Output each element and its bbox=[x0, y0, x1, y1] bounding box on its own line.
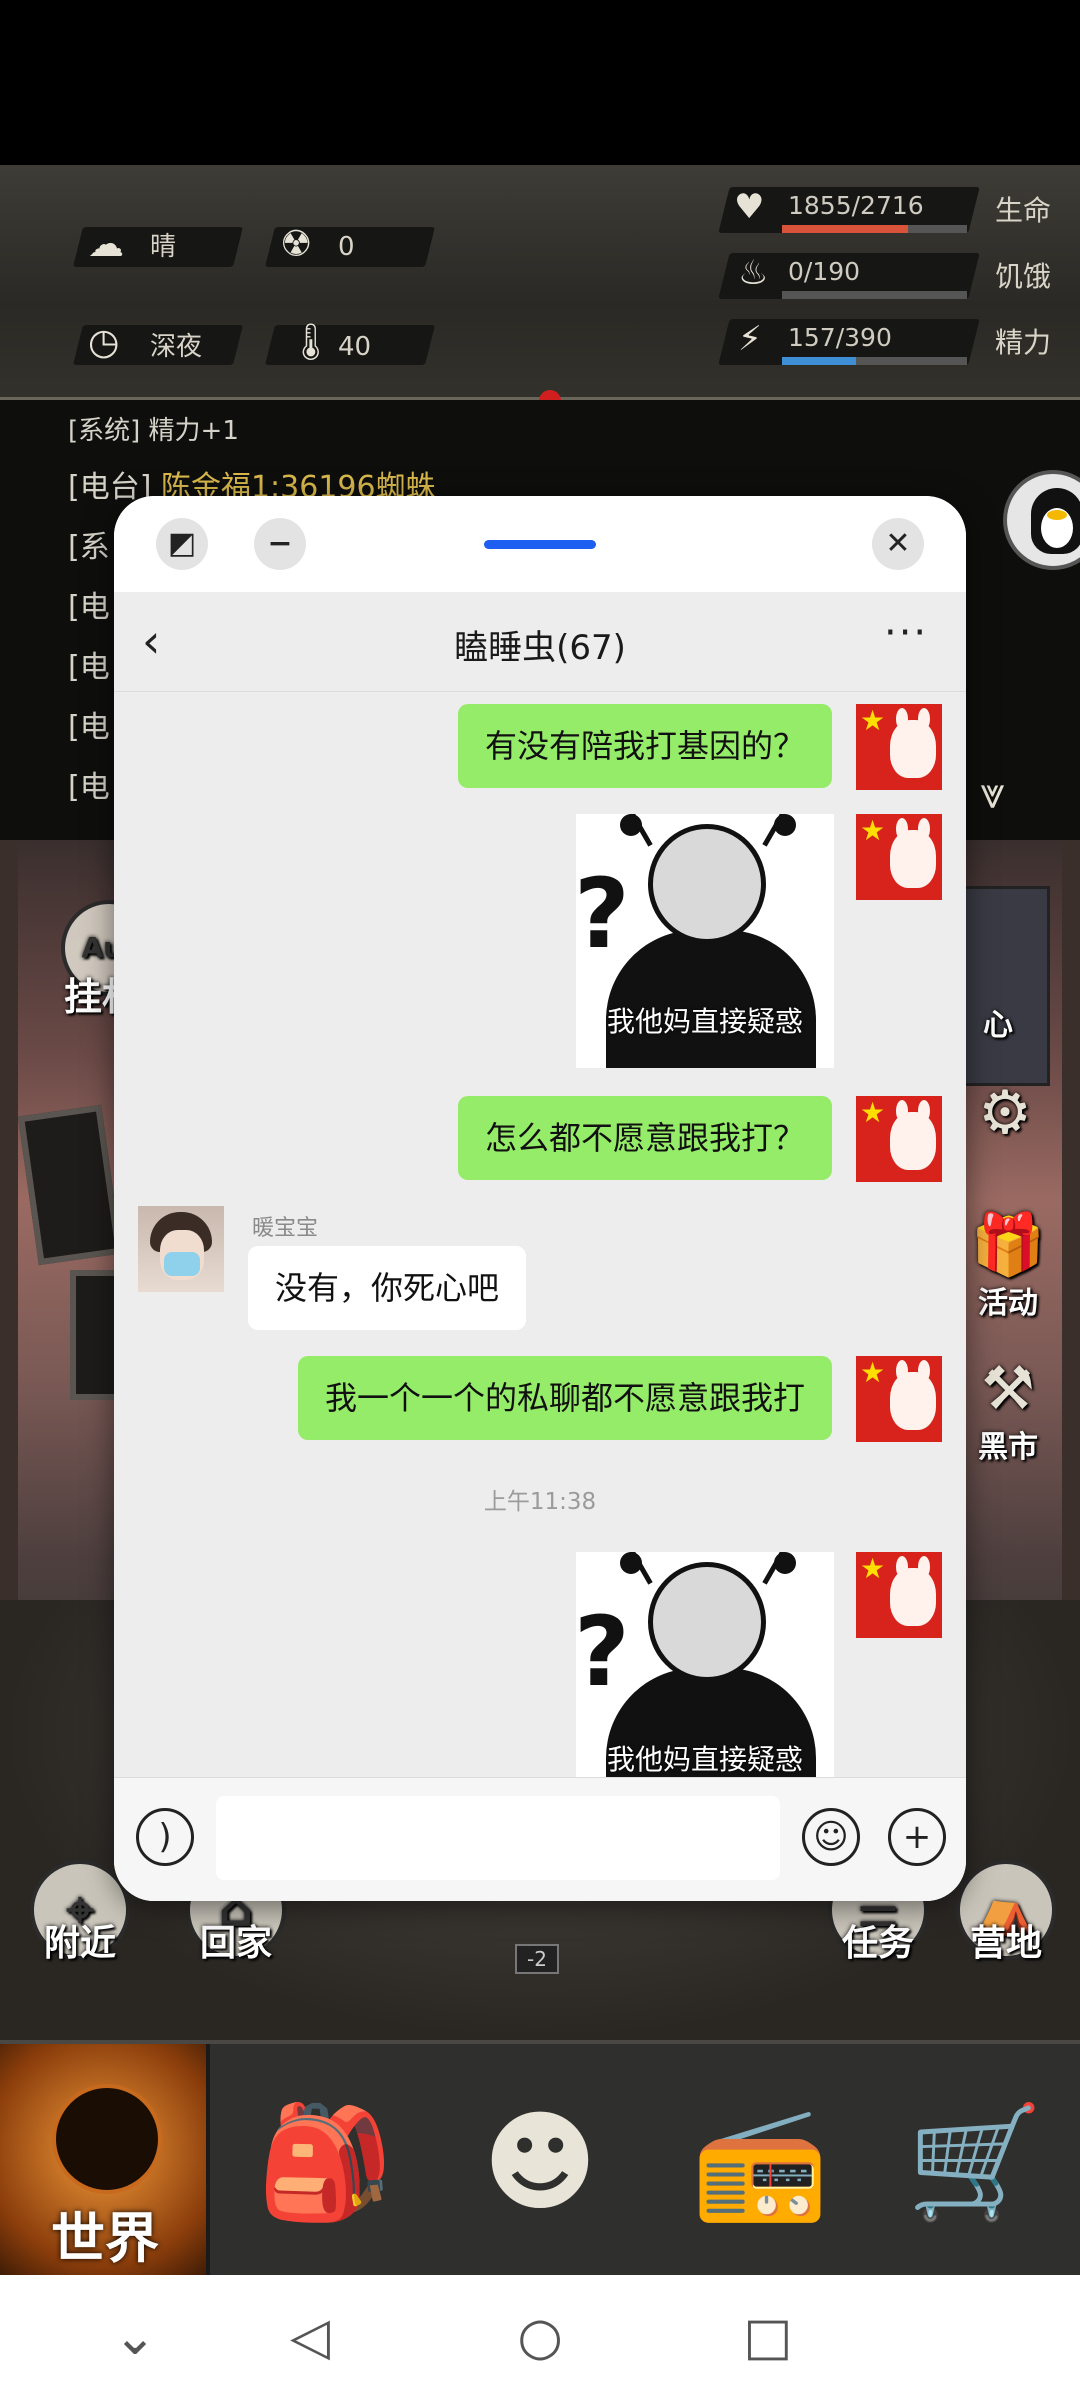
radiation-value: 0 bbox=[338, 232, 355, 262]
skills-head-icon[interactable]: ☻ bbox=[465, 2102, 615, 2222]
chevron-down-icon[interactable]: ⌄ bbox=[95, 2305, 175, 2370]
log-line: [系 bbox=[68, 530, 110, 565]
map-level-badge: -2 bbox=[515, 1944, 559, 1974]
center-label[interactable]: 心 bbox=[958, 1000, 1038, 1044]
heart-icon: ♥ bbox=[734, 187, 765, 227]
avatar[interactable] bbox=[138, 1206, 224, 1292]
avatar[interactable]: ★ bbox=[856, 814, 942, 900]
avatar[interactable]: ★ bbox=[856, 704, 942, 790]
stomach-icon: ♨ bbox=[738, 253, 769, 293]
avatar[interactable]: ★ bbox=[856, 1552, 942, 1638]
back-triangle-icon[interactable]: ◁ bbox=[270, 2305, 350, 2370]
avatar[interactable]: ★ bbox=[856, 1096, 942, 1182]
radio-icon[interactable]: 📻 bbox=[685, 2102, 835, 2222]
shrink-window-icon[interactable]: ◩ bbox=[156, 518, 208, 570]
message-bubble[interactable]: 怎么都不愿意跟我打？ bbox=[457, 1096, 832, 1180]
activity-button[interactable]: 🎁 活动 bbox=[958, 1212, 1058, 1322]
wreckage bbox=[70, 1270, 120, 1400]
hunger-value: 0/190 bbox=[788, 257, 861, 286]
plus-icon[interactable]: + bbox=[888, 1808, 946, 1866]
chat-input-bar: ) ☺ + bbox=[114, 1777, 966, 1901]
energy-label: 精力 bbox=[995, 326, 1052, 359]
chat-title: 瞌睡虫(67) bbox=[454, 628, 626, 668]
log-line: [电 bbox=[68, 650, 110, 685]
message-bubble[interactable]: 没有，你死心吧 bbox=[248, 1246, 527, 1330]
globe-icon bbox=[52, 2084, 162, 2194]
meme-image[interactable]: ? 我他妈直接疑惑 bbox=[576, 814, 834, 1068]
chat-header: ‹ 瞌睡虫(67) ··· bbox=[114, 592, 966, 692]
health-label: 生命 bbox=[995, 194, 1052, 227]
meme-caption: 我他妈直接疑惑 bbox=[606, 1005, 803, 1038]
minimize-icon[interactable]: − bbox=[254, 518, 306, 570]
black-market-button[interactable]: ⚒ 黑市 bbox=[958, 1356, 1058, 1466]
message-list[interactable]: ★ 有没有陪我打基因的？ ★ ? 我他妈直接疑惑 ★ 怎么都不愿意跟我打？ 暖宝… bbox=[114, 692, 966, 1777]
window-titlebar[interactable]: ◩ − ✕ bbox=[114, 496, 966, 592]
emoji-icon[interactable]: ☺ bbox=[802, 1808, 860, 1866]
radiation-icon: ☢ bbox=[280, 224, 313, 265]
nav-world[interactable]: 世界 bbox=[0, 2044, 210, 2279]
health-value: 1855/2716 bbox=[788, 191, 924, 220]
health-bar bbox=[782, 225, 967, 233]
recents-square-icon[interactable]: □ bbox=[728, 2305, 808, 2370]
log-line: [电 bbox=[68, 590, 110, 625]
log-line: [系统] 精力+1 bbox=[68, 416, 239, 446]
timestamp: 上午11:38 bbox=[483, 1489, 597, 1515]
meme-caption: 我他妈直接疑惑 bbox=[606, 1743, 803, 1776]
sender-name: 暖宝宝 bbox=[252, 1216, 319, 1241]
hunger-label: 饥饿 bbox=[995, 260, 1052, 293]
thermometer-icon: 🌡 bbox=[288, 322, 334, 363]
avatar[interactable]: ★ bbox=[856, 1356, 942, 1442]
map-thumbnail[interactable] bbox=[958, 886, 1050, 1086]
voice-icon[interactable]: ) bbox=[136, 1808, 194, 1866]
game-status-panel: ☁ 晴 ☢ 0 ◷ 深夜 🌡 40 + − ♥ 1855/2716 生命 ♨ 0… bbox=[0, 165, 1080, 533]
meme-image[interactable]: ? 我他妈直接疑惑 bbox=[576, 1552, 834, 1777]
cloud-sun-icon: ☁ bbox=[88, 224, 124, 265]
hammer-icon: ⚒ bbox=[981, 1354, 1035, 1424]
log-line: [电 bbox=[68, 710, 110, 745]
close-icon[interactable]: ✕ bbox=[872, 518, 924, 570]
message-input[interactable] bbox=[216, 1796, 780, 1880]
log-line: [电 bbox=[68, 770, 110, 805]
clock-icon: ◷ bbox=[88, 322, 120, 363]
drag-handle[interactable] bbox=[484, 540, 596, 549]
temperature-value: 40 bbox=[338, 332, 372, 362]
collapse-chevron-icon[interactable]: ⩔ bbox=[980, 768, 1005, 819]
energy-bar bbox=[782, 357, 967, 365]
shop-cart-icon[interactable]: 🛒 bbox=[900, 2102, 1050, 2222]
gear-icon: ⚙ bbox=[978, 1078, 1032, 1148]
gift-icon: 🎁 bbox=[970, 1210, 1046, 1280]
backpack-icon[interactable]: 🎒 bbox=[250, 2102, 400, 2222]
weather-value: 晴 bbox=[150, 232, 177, 262]
energy-value: 157/390 bbox=[788, 323, 892, 352]
message-bubble[interactable]: 有没有陪我打基因的？ bbox=[457, 704, 832, 788]
message-bubble[interactable]: 我一个一个的私聊都不愿意跟我打 bbox=[297, 1356, 832, 1440]
floating-chat-window[interactable]: ◩ − ✕ ‹ 瞌睡虫(67) ··· ★ 有没有陪我打基因的？ ★ ? 我他妈… bbox=[114, 496, 966, 1901]
more-options-icon[interactable]: ··· bbox=[884, 610, 928, 656]
system-nav-bar: ⌄ ◁ ○ □ bbox=[0, 2275, 1080, 2400]
home-circle-icon[interactable]: ○ bbox=[500, 2305, 580, 2370]
game-bottom-nav: 世界 🎒 ☻ 📻 🛒 bbox=[0, 2040, 1080, 2279]
time-of-day-value: 深夜 bbox=[150, 332, 203, 362]
lightning-icon: ⚡ bbox=[738, 319, 762, 359]
settings-button[interactable]: ⚙ bbox=[960, 1080, 1050, 1146]
hunger-bar bbox=[782, 291, 967, 299]
